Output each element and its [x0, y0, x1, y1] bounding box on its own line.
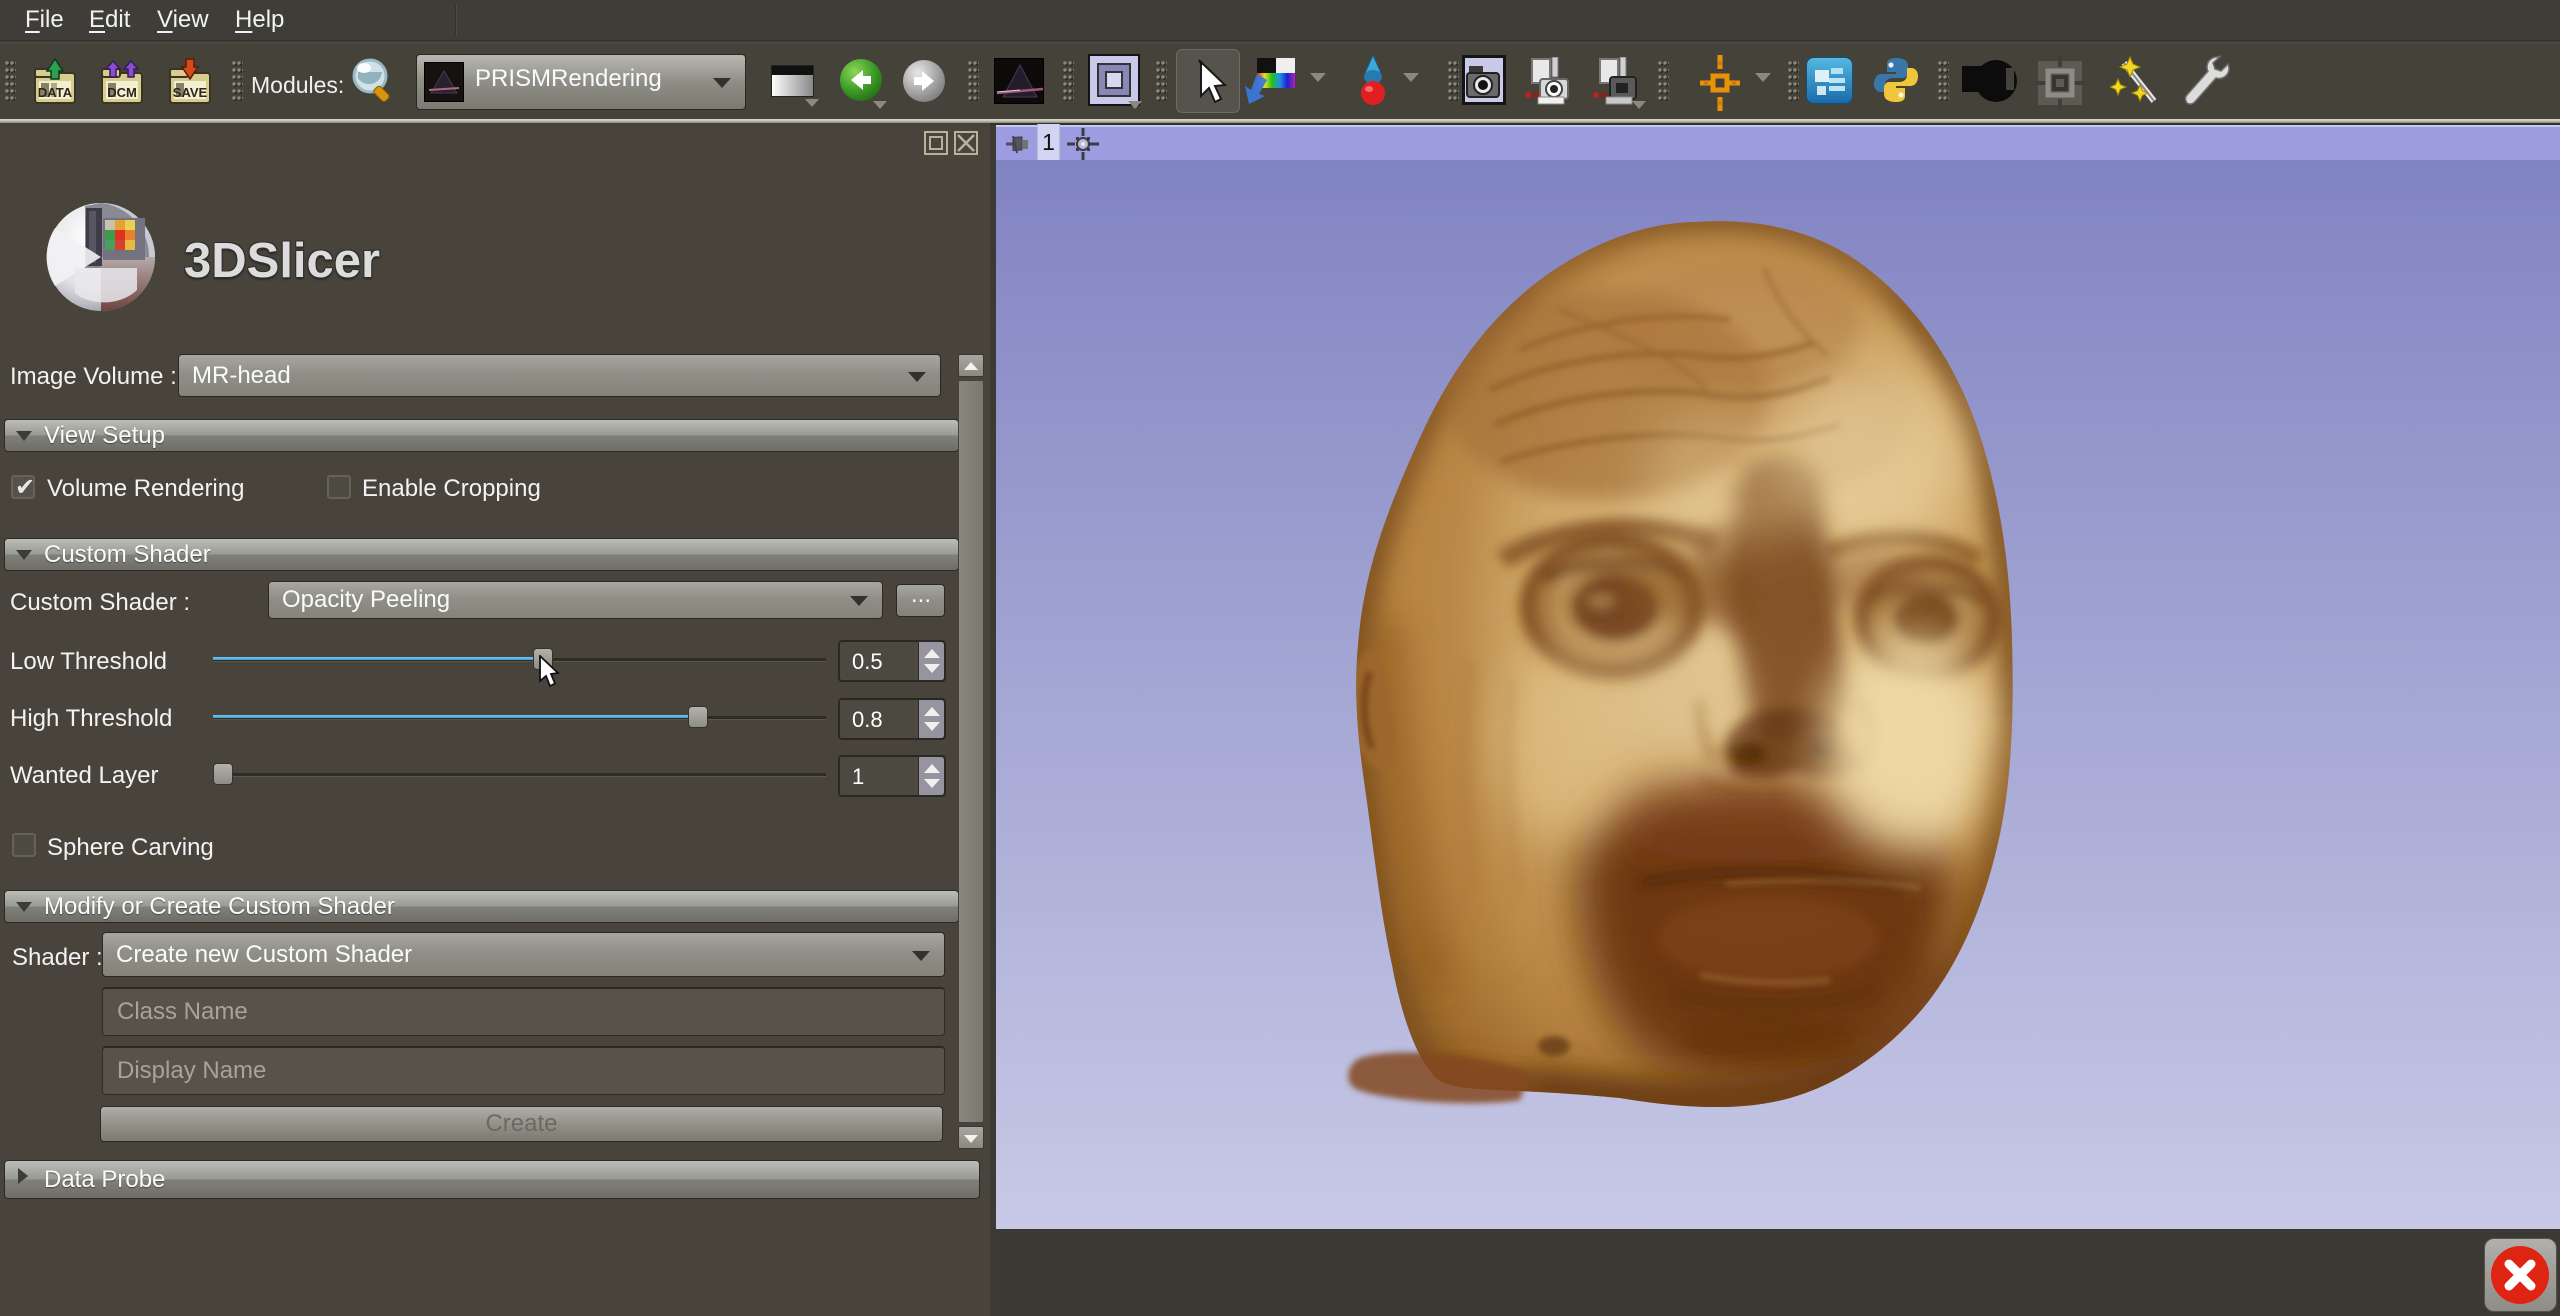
svg-text:DCM: DCM: [107, 85, 137, 100]
svg-text:SAVE: SAVE: [173, 85, 208, 100]
svg-text:DATA: DATA: [38, 85, 73, 100]
